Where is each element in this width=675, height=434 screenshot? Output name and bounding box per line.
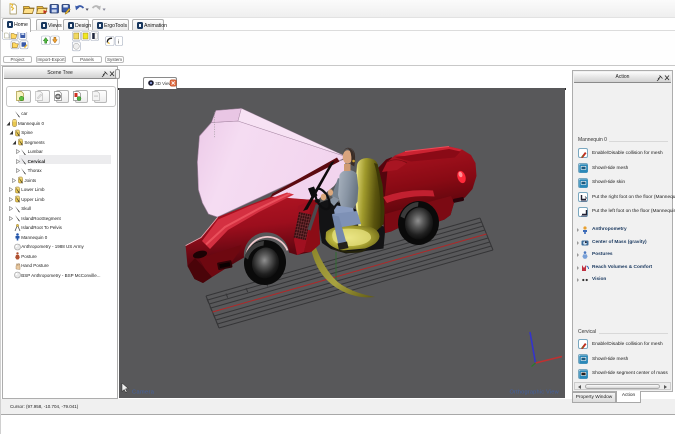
svg-text:Camera: Camera (132, 390, 155, 396)
svg-text:i: i (118, 40, 119, 46)
svg-text:Orthographic View: Orthographic View (510, 390, 560, 396)
